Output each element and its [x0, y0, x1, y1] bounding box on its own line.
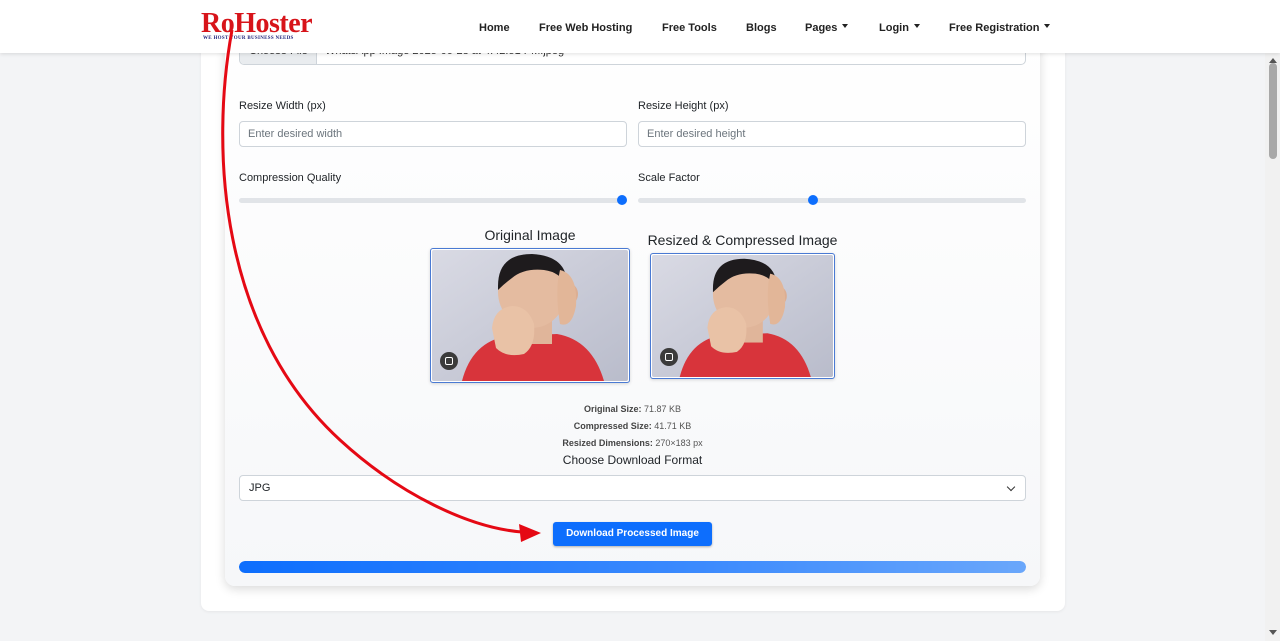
download-format-label: Choose Download Format	[562, 453, 703, 467]
caret-down-icon	[1044, 24, 1051, 29]
tool-card	[225, 30, 1040, 586]
resize-width-label: Resize Width (px)	[239, 100, 326, 112]
nav-home-label: Home	[479, 22, 510, 34]
caret-down-icon	[913, 24, 920, 29]
download-processed-image-button[interactable]: Download Processed Image	[553, 522, 712, 546]
nav-home[interactable]: Home	[479, 22, 510, 34]
nav-pages[interactable]: Pages	[805, 22, 849, 34]
page-scrollbar[interactable]	[1265, 53, 1280, 641]
resize-height-input[interactable]	[638, 121, 1026, 147]
nav-blogs[interactable]: Blogs	[746, 22, 777, 34]
boy-photo	[652, 255, 833, 377]
nav-blogs-label: Blogs	[746, 22, 777, 34]
progress-bar	[239, 561, 1026, 573]
nav-free-web-hosting-label: Free Web Hosting	[539, 22, 633, 34]
resize-width-input[interactable]	[239, 121, 627, 147]
resized-dimensions-info: Resized Dimensions: 270×183 px	[430, 438, 835, 448]
scale-factor-slider[interactable]	[638, 195, 1026, 205]
compressed-photo	[652, 255, 833, 377]
resized-dimensions-label: Resized Dimensions:	[562, 438, 653, 448]
compression-quality-label: Compression Quality	[239, 172, 342, 184]
original-size-info: Original Size: 71.87 KB	[430, 404, 835, 414]
download-format-select[interactable]: JPG	[239, 475, 1026, 501]
nav-pages-label: Pages	[805, 22, 838, 34]
caret-down-icon	[842, 24, 849, 29]
nav-free-tools-label: Free Tools	[662, 22, 717, 34]
compressed-size-label: Compressed Size:	[573, 421, 652, 431]
nav-free-web-hosting[interactable]: Free Web Hosting	[539, 22, 632, 34]
boy-photo	[432, 250, 628, 381]
scale-factor-label: Scale Factor	[638, 172, 700, 184]
nav-login-label: Login	[879, 22, 909, 34]
nav-login[interactable]: Login	[879, 22, 920, 34]
original-size-label: Original Size:	[583, 404, 642, 414]
compressed-size-info: Compressed Size: 41.71 KB	[430, 421, 835, 431]
google-lens-icon[interactable]	[440, 352, 458, 370]
resize-height-label: Resize Height (px)	[638, 100, 729, 112]
scrollbar-thumb[interactable]	[1269, 63, 1277, 159]
main-nav: Home Free Web Hosting Free Tools Blogs P…	[0, 0, 1280, 53]
original-photo	[432, 250, 628, 381]
chevron-down-icon	[1006, 482, 1016, 492]
original-image-title: Original Image	[484, 227, 576, 243]
google-lens-icon[interactable]	[660, 348, 678, 366]
top-navbar: RoHoster WE HOST YOUR BUSINESS NEEDS Hom…	[0, 0, 1280, 53]
compression-quality-slider[interactable]	[239, 195, 627, 205]
original-size-value: 71.87 KB	[644, 404, 682, 414]
resized-dimensions-value: 270×183 px	[655, 438, 703, 448]
compressed-image-preview	[650, 253, 835, 379]
nav-free-registration-label: Free Registration	[949, 22, 1040, 34]
progress-bar-fill	[239, 561, 1026, 573]
compressed-image-title: Resized & Compressed Image	[647, 232, 838, 248]
compressed-size-value: 41.71 KB	[654, 421, 692, 431]
nav-free-registration[interactable]: Free Registration	[949, 22, 1051, 34]
nav-free-tools[interactable]: Free Tools	[662, 22, 717, 34]
selected-format: JPG	[249, 482, 271, 494]
compression-quality-thumb[interactable]	[617, 195, 627, 205]
scroll-down-arrow-icon[interactable]	[1269, 630, 1277, 635]
original-image-preview	[430, 248, 630, 383]
